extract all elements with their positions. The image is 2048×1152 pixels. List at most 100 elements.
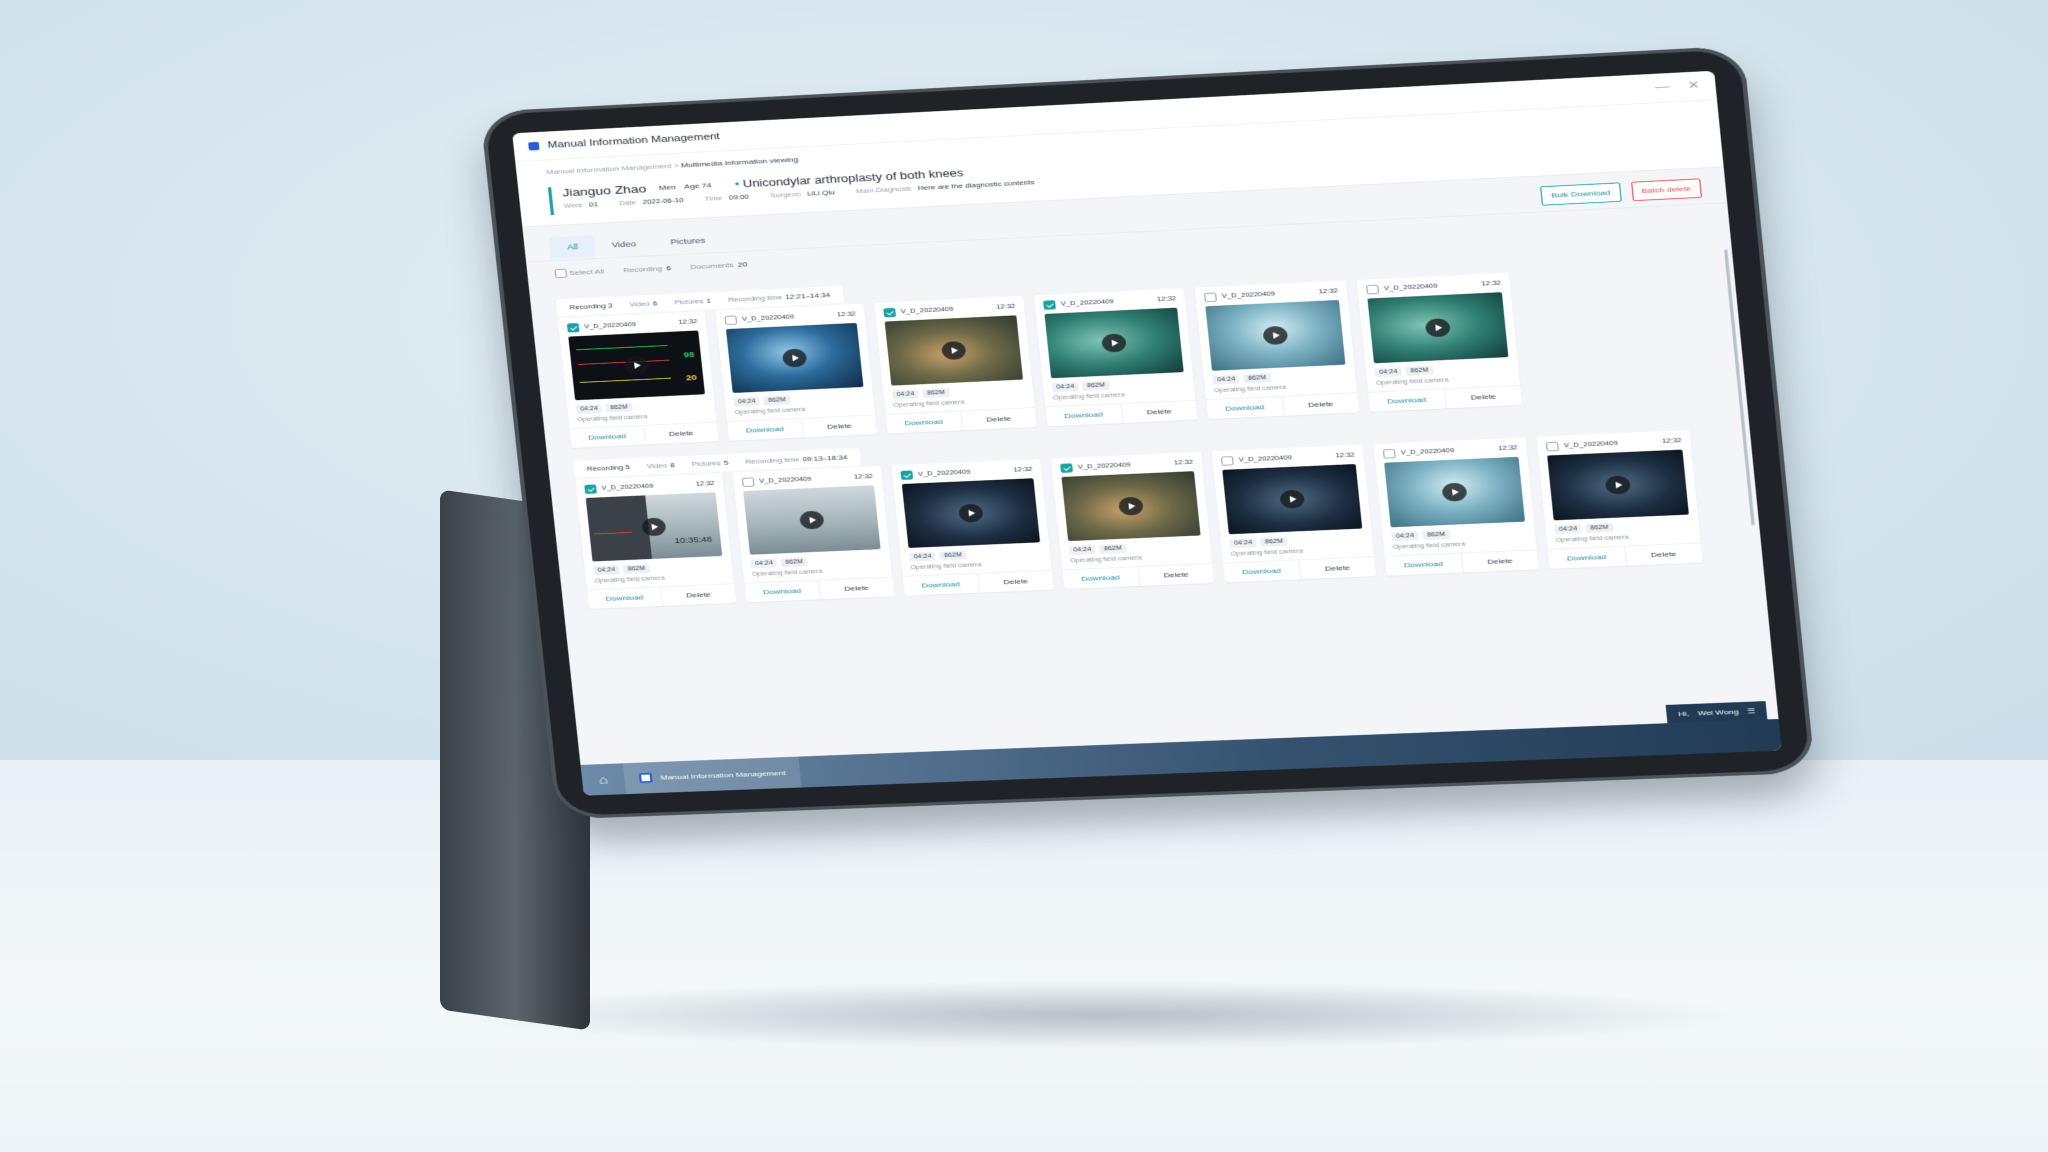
media-card[interactable]: V_D_20220409 12:32 04:24 862M Operating …: [1033, 288, 1198, 427]
delete-button[interactable]: Delete: [978, 571, 1054, 593]
download-button[interactable]: Download: [1206, 396, 1285, 420]
media-card[interactable]: V_D_20220409 12:32 04:24 862M Operating …: [1050, 451, 1215, 590]
card-checkbox[interactable]: [900, 470, 914, 480]
download-button[interactable]: Download: [885, 411, 963, 434]
download-button[interactable]: Download: [744, 580, 821, 603]
download-button[interactable]: Download: [902, 573, 980, 596]
play-icon[interactable]: [958, 503, 984, 523]
size-tag: 862M: [763, 395, 791, 406]
video-thumbnail[interactable]: [1044, 307, 1184, 379]
taskbar-app[interactable]: Manual Information Management: [622, 756, 803, 795]
delete-button[interactable]: Delete: [961, 408, 1037, 430]
video-thumbnail[interactable]: [884, 315, 1024, 386]
media-card[interactable]: V_D_20220409 12:32 04:24 862M Operating …: [732, 466, 895, 603]
download-button[interactable]: Download: [569, 425, 646, 448]
delete-button[interactable]: Delete: [819, 577, 894, 599]
tab-video[interactable]: Video: [594, 232, 655, 256]
video-count-value: 8: [669, 461, 676, 469]
tab-all[interactable]: All: [549, 235, 596, 259]
card-checkbox[interactable]: [1204, 292, 1217, 303]
play-icon[interactable]: [940, 340, 967, 361]
play-icon[interactable]: [1441, 482, 1468, 502]
video-thumbnail[interactable]: 98 20: [568, 330, 705, 401]
delete-button[interactable]: Delete: [644, 422, 719, 444]
card-checkbox[interactable]: [1545, 441, 1559, 452]
card-checkbox[interactable]: [883, 307, 897, 318]
delete-button[interactable]: Delete: [1138, 564, 1214, 586]
card-checkbox[interactable]: [741, 477, 755, 487]
minimize-icon[interactable]: —: [1655, 80, 1671, 94]
video-thumbnail[interactable]: 10:35:48: [585, 492, 723, 562]
download-button[interactable]: Download: [1045, 404, 1123, 427]
play-icon[interactable]: [1262, 325, 1289, 346]
delete-button[interactable]: Delete: [661, 584, 736, 606]
download-button[interactable]: Download: [1223, 560, 1301, 583]
delete-button[interactable]: Delete: [1282, 393, 1359, 415]
recording-count-value: 6: [666, 264, 672, 272]
select-all-checkbox[interactable]: [554, 268, 568, 279]
media-card[interactable]: V_D_20220409 12:32 04:24 862M Operating …: [891, 458, 1054, 596]
download-button[interactable]: Download: [1384, 553, 1464, 576]
delete-button[interactable]: Delete: [1299, 557, 1376, 579]
media-card[interactable]: V_D_20220409 12:32 98 20 04:24 862M Oper…: [557, 311, 719, 448]
camera-source: Operating field camera: [1555, 534, 1629, 544]
card-checkbox[interactable]: [1382, 448, 1396, 459]
video-thumbnail[interactable]: [1205, 299, 1346, 371]
media-card[interactable]: V_D_20220409 12:32 10:35:48 04:24 862M O…: [575, 473, 736, 609]
delete-button[interactable]: Delete: [802, 415, 877, 437]
menu-icon[interactable]: ☰: [1747, 707, 1756, 715]
pictures-count-value: 1: [706, 296, 712, 305]
media-card[interactable]: V_D_20220409 12:32 04:24 862M Operating …: [1536, 430, 1703, 569]
play-icon[interactable]: [1101, 333, 1127, 353]
tab-pictures[interactable]: Pictures: [652, 229, 723, 254]
delete-button[interactable]: Delete: [1121, 401, 1197, 423]
video-thumbnail[interactable]: [901, 478, 1041, 548]
video-thumbnail[interactable]: [743, 485, 881, 555]
media-card[interactable]: V_D_20220409 12:32 04:24 862M Operating …: [1194, 280, 1360, 420]
play-icon[interactable]: [1118, 496, 1144, 516]
size-tag: 862M: [922, 387, 950, 399]
user-badge[interactable]: Hi, Wei Wong ☰: [1666, 701, 1768, 724]
video-thumbnail[interactable]: [1547, 449, 1689, 521]
home-icon[interactable]: ⌂: [581, 772, 625, 787]
tablet-device: Manual Information Management — ✕ Manual…: [480, 45, 1816, 820]
download-button[interactable]: Download: [1547, 546, 1627, 569]
video-thumbnail[interactable]: [1367, 292, 1509, 364]
card-checkbox[interactable]: [1366, 284, 1380, 295]
download-button[interactable]: Download: [1062, 567, 1140, 590]
card-checkbox[interactable]: [1060, 463, 1073, 473]
delete-button[interactable]: Delete: [1625, 543, 1703, 565]
play-icon[interactable]: [781, 348, 808, 368]
delete-button[interactable]: Delete: [1445, 386, 1522, 409]
card-checkbox[interactable]: [566, 323, 580, 333]
play-icon[interactable]: [1604, 475, 1632, 495]
video-thumbnail[interactable]: [1384, 456, 1526, 528]
media-card[interactable]: V_D_20220409 12:32 04:24 862M Operating …: [1373, 437, 1539, 576]
video-thumbnail[interactable]: [1061, 471, 1201, 542]
card-checkbox[interactable]: [1043, 300, 1056, 310]
play-icon[interactable]: [799, 510, 825, 530]
download-button[interactable]: Download: [587, 587, 663, 609]
scrollbar[interactable]: [1724, 249, 1755, 526]
close-icon[interactable]: ✕: [1687, 78, 1701, 92]
media-card[interactable]: V_D_20220409 12:32 04:24 862M Operating …: [1356, 272, 1523, 412]
card-checkbox[interactable]: [584, 484, 597, 494]
download-button[interactable]: Download: [727, 418, 804, 441]
media-card[interactable]: V_D_20220409 12:32 04:24 862M Operating …: [1211, 444, 1376, 583]
play-icon[interactable]: [1424, 318, 1451, 338]
batch-delete-button[interactable]: Batch delete: [1630, 178, 1703, 202]
delete-button[interactable]: Delete: [1461, 550, 1538, 572]
card-checkbox[interactable]: [724, 315, 738, 326]
media-card[interactable]: V_D_20220409 12:32 04:24 862M Operating …: [874, 295, 1037, 434]
video-thumbnail[interactable]: [725, 322, 864, 393]
camera-source: Operating field camera: [594, 575, 665, 585]
media-card[interactable]: V_D_20220409 12:32 04:24 862M Operating …: [715, 303, 878, 441]
video-thumbnail[interactable]: [1222, 464, 1363, 535]
bulk-download-button[interactable]: Bulk Download: [1540, 182, 1622, 206]
play-icon[interactable]: [1279, 489, 1306, 509]
play-icon[interactable]: [623, 355, 650, 375]
select-all[interactable]: Select All: [554, 267, 605, 279]
card-checkbox[interactable]: [1220, 456, 1234, 466]
duration-tag: 04:24: [733, 396, 761, 407]
download-button[interactable]: Download: [1368, 389, 1447, 412]
